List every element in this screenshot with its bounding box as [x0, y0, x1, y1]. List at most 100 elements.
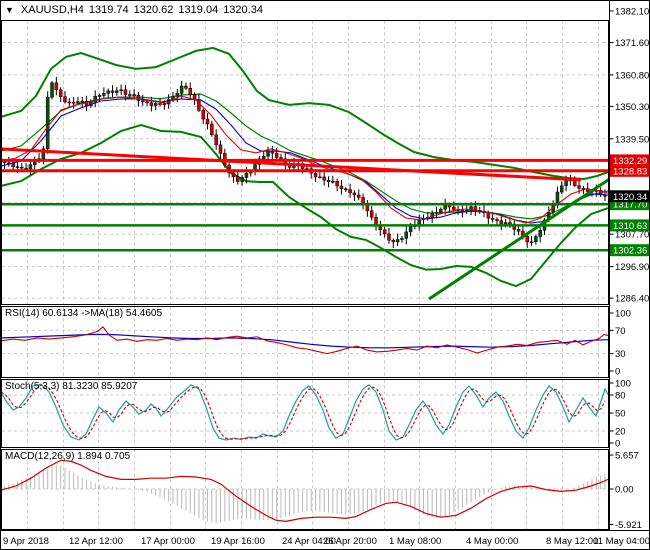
- bear-candle: [145, 101, 149, 104]
- current-price-badge-label: 1320.34: [613, 192, 647, 203]
- rsi-axis-label: 30: [615, 349, 626, 360]
- bear-candle: [149, 102, 154, 106]
- rsi-indicator-label: RSI(14) 60.6134 ->MA(18) 54.4605: [5, 308, 163, 319]
- bull-candle: [443, 204, 447, 210]
- bear-candle: [490, 217, 495, 220]
- bull-candle: [503, 222, 508, 225]
- time-axis-label: 1 May 08:00: [389, 536, 441, 547]
- bull-candle: [331, 181, 335, 183]
- bull-candle: [395, 239, 400, 243]
- bull-candle: [538, 230, 542, 237]
- bear-candle: [20, 166, 24, 169]
- bear-candle: [516, 229, 521, 232]
- price-axis-label: 1286.40: [615, 294, 649, 305]
- macd-axis-label: 5.657: [615, 451, 639, 462]
- bear-candle: [205, 118, 210, 125]
- bull-candle: [555, 191, 560, 204]
- bear-candle: [274, 152, 279, 158]
- rsi-axis-label: 100: [615, 309, 631, 320]
- price-axis-label: 1382.10: [615, 7, 649, 18]
- bear-candle: [369, 210, 374, 218]
- bull-candle: [153, 103, 158, 106]
- bear-candle: [335, 181, 339, 187]
- bull-candle: [76, 101, 80, 104]
- bull-candle: [179, 85, 184, 94]
- bull-candle: [102, 93, 106, 96]
- bear-candle: [54, 82, 59, 91]
- bear-candle: [162, 103, 167, 106]
- support-price-badge-label: 1302.36: [613, 246, 647, 257]
- trading-chart-window: 1382.10 1371.60 1360.80 1350.30 1339.50 1307.…: [0, 0, 650, 550]
- bull-candle: [534, 236, 538, 242]
- bear-candle: [382, 229, 387, 235]
- bear-candle: [344, 188, 348, 191]
- bear-candle: [197, 99, 201, 111]
- time-axis-label: 4 May 00:00: [466, 536, 518, 547]
- chart-title-bar: ▼ XAUUSD,H4 1319.74 1320.62 1319.04 1320…: [5, 4, 263, 16]
- bear-candle: [188, 88, 193, 95]
- bear-candle: [123, 89, 128, 95]
- rsi-axis-label: 70: [615, 326, 626, 337]
- bull-candle: [434, 212, 439, 214]
- bear-candle: [322, 176, 326, 181]
- rsi-axis-label: 0: [615, 367, 620, 378]
- bear-candle: [339, 185, 344, 190]
- bear-candle: [67, 101, 72, 104]
- time-axis-label: 19 Apr 16:00: [211, 536, 265, 547]
- price-axis-label: 1371.60: [615, 38, 649, 49]
- time-axis-label: 11 May 04:00: [593, 536, 650, 547]
- bull-candle: [400, 238, 404, 240]
- bull-candle: [119, 89, 123, 91]
- bear-candle: [210, 123, 214, 135]
- bear-candle: [63, 96, 67, 103]
- bear-candle: [352, 192, 357, 196]
- stochastic-indicator-label: Stoch(5,3,3) 81.3230 85.9207: [5, 381, 138, 392]
- time-axis-label: 8 May 12:00: [546, 536, 598, 547]
- bear-candle: [356, 194, 361, 198]
- resistance-price-badge-label: 1328.83: [613, 166, 647, 177]
- price-axis-label: 1360.80: [615, 70, 649, 81]
- bear-candle: [508, 222, 512, 225]
- bull-candle: [28, 164, 33, 170]
- bear-candle: [192, 94, 197, 100]
- chart-canvas[interactable]: 1382.101371.601360.801350.301339.501307.…: [1, 1, 650, 550]
- macd-axis-label: 0.00: [615, 485, 634, 496]
- bear-candle: [128, 94, 132, 96]
- bear-candle: [140, 100, 145, 103]
- bear-candle: [132, 94, 136, 96]
- bull-candle: [564, 179, 568, 186]
- bear-candle: [58, 89, 63, 97]
- bull-candle: [45, 96, 50, 150]
- ohlc-low: 1319.04: [178, 4, 219, 16]
- bear-candle: [348, 189, 352, 194]
- macd-axis-label: -5.921: [615, 520, 642, 531]
- bear-candle: [365, 204, 370, 212]
- bear-candle: [236, 176, 240, 182]
- ohlc-open: 1319.74: [88, 4, 129, 16]
- stoch-axis-label: 20: [615, 427, 626, 438]
- bear-candle: [525, 236, 529, 243]
- bear-candle: [158, 103, 162, 105]
- bear-candle: [378, 226, 383, 231]
- bull-candle: [560, 185, 564, 193]
- bear-candle: [110, 90, 115, 93]
- ohlc-close: 1320.34: [223, 4, 263, 16]
- bear-candle: [201, 110, 205, 120]
- bear-candle: [231, 172, 236, 178]
- bear-candle: [279, 157, 283, 160]
- bear-candle: [71, 102, 76, 104]
- bear-candle: [326, 179, 331, 182]
- ohlc-high: 1320.62: [133, 4, 174, 16]
- bull-candle: [318, 176, 322, 179]
- stoch-axis-label: 80: [615, 391, 626, 402]
- support-price-badge-label: 1310.63: [613, 221, 647, 232]
- macd-indicator-label: MACD(12,26,9) 1.894 0.705: [5, 451, 131, 462]
- bull-candle: [240, 177, 244, 182]
- bear-candle: [218, 144, 223, 154]
- bear-candle: [499, 220, 504, 225]
- bull-candle: [50, 82, 54, 98]
- bear-candle: [24, 167, 28, 170]
- bear-candle: [391, 239, 396, 243]
- price-axis-label: 1296.90: [615, 262, 649, 273]
- symbol-dropdown-icon[interactable]: ▼: [5, 5, 14, 15]
